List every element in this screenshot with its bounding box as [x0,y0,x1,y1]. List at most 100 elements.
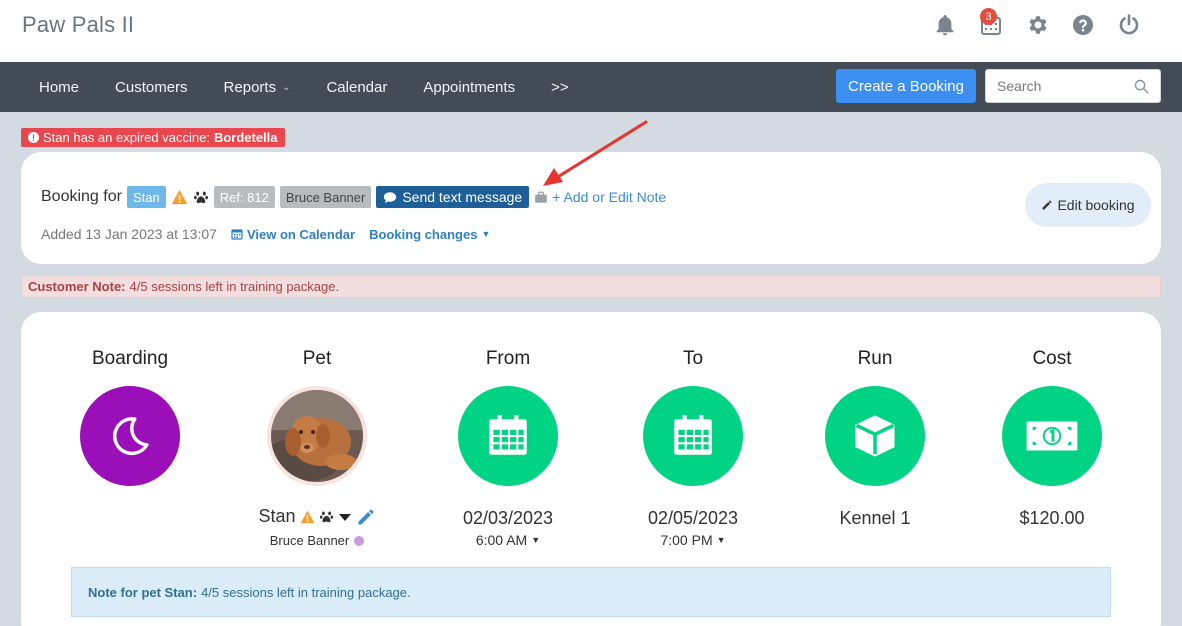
nav-customers[interactable]: Customers [97,79,206,96]
alert-text: Stan has an expired vaccine: [43,130,210,145]
calendar-icon [458,386,558,486]
added-timestamp: Added 13 Jan 2023 at 13:07 [41,226,217,242]
run-value: Kennel 1 [839,508,911,528]
view-on-calendar-link[interactable]: View on Calendar [231,227,355,242]
alert-circle-icon: ! [28,132,39,143]
warning-icon [300,510,314,523]
bell-icon[interactable] [922,12,968,38]
pet-note-text: 4/5 sessions left in training package. [201,584,411,600]
help-icon[interactable] [1060,12,1106,38]
search-icon[interactable] [1133,78,1150,95]
chat-bubble-icon [384,191,397,203]
paw-icon [193,191,208,204]
from-heading: From [485,348,531,369]
nav-appointments[interactable]: Appointments [405,79,533,96]
notification-badge: 3 [980,8,997,25]
customer-note-banner: Customer Note: 4/5 sessions left in trai… [21,275,1161,298]
booking-for-label: Booking for [41,188,122,205]
chevron-down-icon: ⌄ [282,81,291,93]
caret-down-icon: ▼ [716,535,726,545]
paw-icon [319,511,333,523]
pet-name-tag[interactable]: Stan [126,186,166,208]
booking-header-row: Booking for Stan Ref: 812 Bruce Banner S… [41,185,666,209]
pet-photo-image [271,390,363,482]
box-icon [825,386,925,486]
send-text-message-label: Send text message [402,189,523,205]
edit-booking-label: Edit booking [1057,197,1135,213]
booking-details-card: Boarding Pet Stan Bruce Banner From 02/0… [21,312,1161,626]
search-box [985,69,1161,103]
main-navbar: Home Customers Reports ⌄ Calendar Appoint… [0,62,1182,112]
nav-calendar[interactable]: Calendar [308,79,405,96]
nav-appointments-label: Appointments [423,78,516,96]
pet-owner-row: Bruce Banner [270,533,365,548]
to-time: 7:00 PM [660,532,713,548]
to-time-dropdown[interactable]: 7:00 PM ▼ [660,532,725,548]
expired-vaccine-alert: ! Stan has an expired vaccine: Bordetell… [21,128,285,147]
nav-reports[interactable]: Reports ⌄ [206,79,309,96]
run-column: Run Kennel 1 [795,348,955,529]
pet-note-banner: Note for pet Stan: 4/5 sessions left in … [71,567,1111,617]
caret-down-icon: ▼ [531,535,541,545]
gear-icon[interactable] [1014,12,1060,38]
add-edit-note-label: + Add or Edit Note [552,189,667,205]
pet-name-row: Stan [258,506,375,527]
nav-reports-label: Reports [223,78,277,96]
cost-heading: Cost [1032,348,1072,369]
nav-more[interactable]: >> [533,79,587,96]
owner-name-tag[interactable]: Bruce Banner [279,186,372,208]
pet-note-label: Note for pet Stan: [88,584,198,600]
nav-more-label: >> [551,78,569,96]
service-heading: Boarding [91,348,169,369]
view-on-calendar-label: View on Calendar [246,226,356,242]
send-text-message-button[interactable]: Send text message [376,186,530,208]
top-header: Paw Pals II 3 [0,0,1182,62]
pencil-icon[interactable] [356,507,376,527]
booking-changes-label: Booking changes [369,226,478,242]
to-heading: To [682,348,704,369]
owner-status-dot [354,535,365,546]
add-edit-note-link[interactable]: + Add or Edit Note [534,189,666,205]
from-time-dropdown[interactable]: 6:00 AM ▼ [476,532,540,548]
from-column: From 02/03/2023 6:00 AM ▼ [428,348,588,548]
create-booking-button[interactable]: Create a Booking [836,69,976,103]
calendar-icon [643,386,743,486]
warning-icon [171,189,187,205]
pet-owner-name[interactable]: Bruce Banner [270,533,350,548]
nav-customers-label: Customers [115,78,188,96]
customer-note-label: Customer Note: [28,279,126,294]
caret-down-icon[interactable] [338,512,352,522]
pet-photo[interactable] [267,386,367,486]
pet-heading: Pet [302,348,332,369]
calendar-grid-icon[interactable]: 3 [968,8,1014,38]
pet-name[interactable]: Stan [258,506,295,527]
search-input[interactable] [986,70,1126,102]
nav-calendar-label: Calendar [326,78,388,96]
cost-value: $120.00 [1019,508,1085,528]
calendar-icon [231,229,243,240]
booking-changes-dropdown[interactable]: Booking changes ▼ [369,227,490,242]
pet-column: Pet Stan Bruce Banner [237,348,397,548]
moon-icon [80,386,180,486]
pencil-icon [1042,200,1052,210]
header-icons: 3 [922,8,1152,38]
customer-note-text: 4/5 sessions left in training package. [129,279,340,294]
from-time: 6:00 AM [475,532,528,548]
from-date: 02/03/2023 [462,508,554,528]
power-icon[interactable] [1106,12,1152,38]
run-heading: Run [857,348,893,369]
app-title[interactable]: Paw Pals II [22,12,134,38]
money-bill-icon [1002,386,1102,486]
alert-vaccine-name: Bordetella [213,130,278,145]
booking-summary-card: Booking for Stan Ref: 812 Bruce Banner S… [21,152,1161,264]
nav-items: Home Customers Reports ⌄ Calendar Appoint… [21,62,587,112]
to-date: 02/05/2023 [647,508,739,528]
edit-booking-button[interactable]: Edit booking [1025,183,1151,227]
nav-home[interactable]: Home [21,79,97,96]
caret-down-icon: ▼ [481,229,491,239]
booking-meta-row: Added 13 Jan 2023 at 13:07 View on Calen… [41,226,490,242]
to-column: To 02/05/2023 7:00 PM ▼ [613,348,773,548]
service-column: Boarding [50,348,210,486]
cost-column: Cost $120.00 [972,348,1132,529]
nav-home-label: Home [39,78,80,96]
